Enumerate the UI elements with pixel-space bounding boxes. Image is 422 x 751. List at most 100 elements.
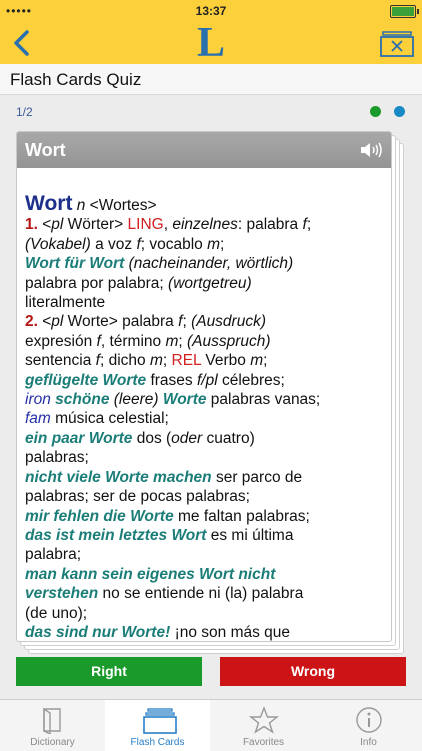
- entry-segment: ; vocablo: [140, 235, 208, 253]
- entry-segment: palabra por palabra;: [25, 274, 169, 292]
- entry-line: iron schöne (leere) Worte palabras vanas…: [25, 390, 385, 409]
- entry-segment: m: [165, 332, 179, 350]
- entry-segment: oder: [171, 429, 203, 447]
- entry-segment: no se entiende ni (la) palabra: [98, 585, 304, 603]
- wrong-button[interactable]: Wrong: [220, 657, 406, 686]
- book-icon: [43, 707, 61, 734]
- status-time: 13:37: [195, 4, 227, 18]
- progress-counter: 1/2: [16, 105, 33, 119]
- entry-segment: Worte: [162, 391, 207, 409]
- entry-line: sentencia f; dicho m; REL Verbo m;: [25, 351, 385, 370]
- entry-segment: <Wortes>: [85, 197, 157, 214]
- entry-segment: nicht viele Worte machen: [25, 468, 212, 486]
- entry-segment: dos (: [132, 429, 172, 447]
- entry-segment: schöne: [55, 391, 110, 409]
- status-bar: ••••• 13:37: [0, 0, 422, 22]
- status-dot-blue: [394, 106, 405, 117]
- entry-line: literalmente: [25, 293, 385, 312]
- entry-line: das sind nur Worte! ¡no son más que: [25, 623, 385, 641]
- battery-icon: [390, 5, 419, 18]
- tab-label-info: Info: [360, 737, 377, 748]
- entry-segment: geflügelte Worte: [25, 371, 147, 389]
- entry-line: Wort für Wort (nacheinander, wörtlich): [25, 254, 385, 273]
- entry-segment: ¡no son más que: [170, 623, 291, 641]
- speaker-button[interactable]: [359, 140, 383, 160]
- entry-segment: (Ausdruck): [191, 313, 266, 331]
- entry-segment: pl: [51, 216, 64, 234]
- entry-line: (Vokabel) a voz f; vocablo m;: [25, 235, 385, 254]
- entry-segment: einzelnes: [172, 216, 238, 234]
- entry-segment: : palabra: [237, 216, 303, 234]
- entry-line: mir fehlen die Worte me faltan palabras;: [25, 507, 385, 526]
- entry-line: man kann sein eigenes Wort nicht: [25, 565, 385, 584]
- entry-segment: 1.: [25, 216, 38, 234]
- entry-segment: verstehen: [25, 585, 99, 603]
- tab-bar: Dictionary Flash Cards Favorites Info: [0, 699, 422, 751]
- title-bar: Flash Cards Quiz: [0, 64, 422, 95]
- entry-segment: a voz: [90, 235, 137, 253]
- entry-line: palabra por palabra; (wortgetreu): [25, 274, 385, 293]
- entry-segment: das ist mein letztes Wort: [25, 526, 207, 544]
- entry-segment: REL: [171, 352, 202, 370]
- entry-segment: cuatro): [202, 429, 255, 447]
- entry-segment: m: [149, 352, 163, 370]
- entry-line: 1. <pl Wörter> LING, einzelnes: palabra …: [25, 215, 385, 234]
- entry-line: palabra;: [25, 545, 385, 564]
- tab-label-flash-cards: Flash Cards: [130, 737, 185, 748]
- entry-segment: <: [37, 313, 52, 331]
- nav-bar: L: [0, 22, 422, 64]
- entry-segment: me faltan palabras;: [173, 507, 310, 525]
- entry-segment: (leere): [113, 391, 159, 409]
- dictionary-entry: Wort n <Wortes> 1. <pl Wörter> LING, einz…: [25, 192, 385, 641]
- tab-dictionary[interactable]: Dictionary: [0, 700, 105, 751]
- tab-label-dictionary: Dictionary: [30, 737, 75, 748]
- right-button[interactable]: Right: [16, 657, 202, 686]
- entry-segment: palabra;: [25, 546, 82, 564]
- entry-segment: Wörter>: [63, 216, 128, 234]
- info-icon: [356, 707, 382, 733]
- entry-line: 2. <pl Worte> palabra f; (Ausdruck): [25, 312, 385, 331]
- card-header-word: Wort: [25, 140, 66, 160]
- entry-segment: Worte> palabra: [63, 313, 179, 331]
- entry-segment: ser parco de: [211, 468, 303, 486]
- flashcards-icon: [143, 708, 177, 734]
- entry-segment: pl: [51, 313, 64, 331]
- entry-segment: palabras vanas;: [206, 391, 321, 409]
- entry-segment: (wortgetreu): [168, 274, 252, 292]
- entry-line: expresión f, término m; (Ausspruch): [25, 332, 385, 351]
- entry-line: verstehen no se entiende ni (la) palabra: [25, 584, 385, 603]
- entry-segment: ;: [263, 352, 268, 370]
- entry-segment: (Ausspruch): [186, 332, 271, 350]
- entry-line: palabras;: [25, 448, 385, 467]
- entry-line: nicht viele Worte machen ser parco de: [25, 468, 385, 487]
- entry-segment: fam: [25, 410, 51, 428]
- entry-segment: Wort: [25, 192, 73, 215]
- brand-logo: L: [196, 20, 225, 66]
- entry-line: palabras; ser de pocas palabras;: [25, 487, 385, 506]
- entry-segment: Verbo: [201, 352, 251, 370]
- entry-line: (de uno);: [25, 604, 385, 623]
- entry-segment: mir fehlen die Worte: [25, 507, 174, 525]
- entry-line: ein paar Worte dos (oder cuatro): [25, 429, 385, 448]
- entry-segment: LING: [127, 216, 164, 234]
- status-dot-green: [370, 106, 381, 117]
- tab-info[interactable]: Info: [316, 700, 421, 751]
- tab-flash-cards[interactable]: Flash Cards: [105, 700, 210, 751]
- entry-segment: ;: [220, 235, 225, 253]
- entry-segment: ;: [162, 352, 172, 370]
- tab-label-favorites: Favorites: [242, 737, 285, 748]
- entry-segment: (de uno);: [25, 604, 88, 622]
- entry-segment: Wort für Wort: [25, 255, 125, 273]
- entry-segment: ;: [178, 332, 187, 350]
- tab-favorites[interactable]: Favorites: [211, 700, 316, 751]
- entry-segment: es mi última: [206, 526, 294, 544]
- flashcard-box-button[interactable]: [380, 28, 414, 58]
- page-title: Flash Cards Quiz: [10, 70, 142, 89]
- entry-line: geflügelte Worte frases f/pl célebres;: [25, 371, 385, 390]
- entry-segment: ein paar Worte: [25, 429, 133, 447]
- flash-card[interactable]: Wort Wort n <Wortes> 1. <pl Wörter> LING,…: [16, 131, 392, 642]
- entry-line: das ist mein letztes Wort es mi última: [25, 526, 385, 545]
- entry-segment: 2.: [25, 313, 38, 331]
- entry-segment: sentencia: [25, 352, 96, 370]
- entry-segment: (nacheinander, wörtlich): [128, 255, 294, 273]
